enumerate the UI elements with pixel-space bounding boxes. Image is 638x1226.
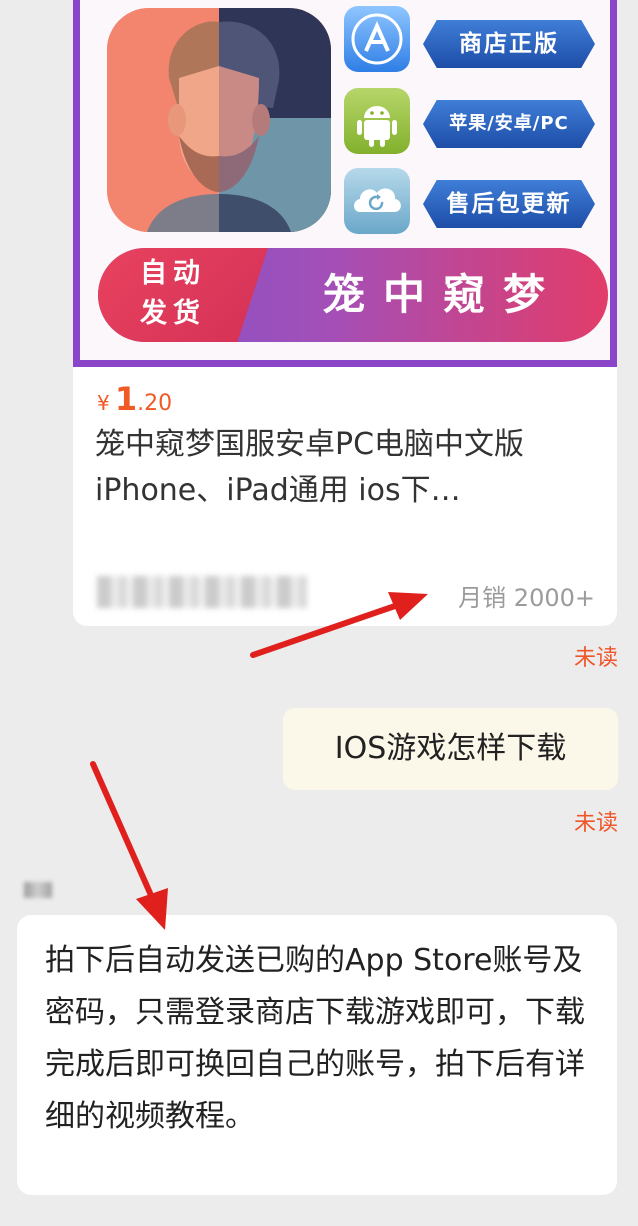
arrow-to-reply [90,761,168,930]
arrow-to-sales [250,592,428,658]
annotation-arrows [90,592,428,930]
